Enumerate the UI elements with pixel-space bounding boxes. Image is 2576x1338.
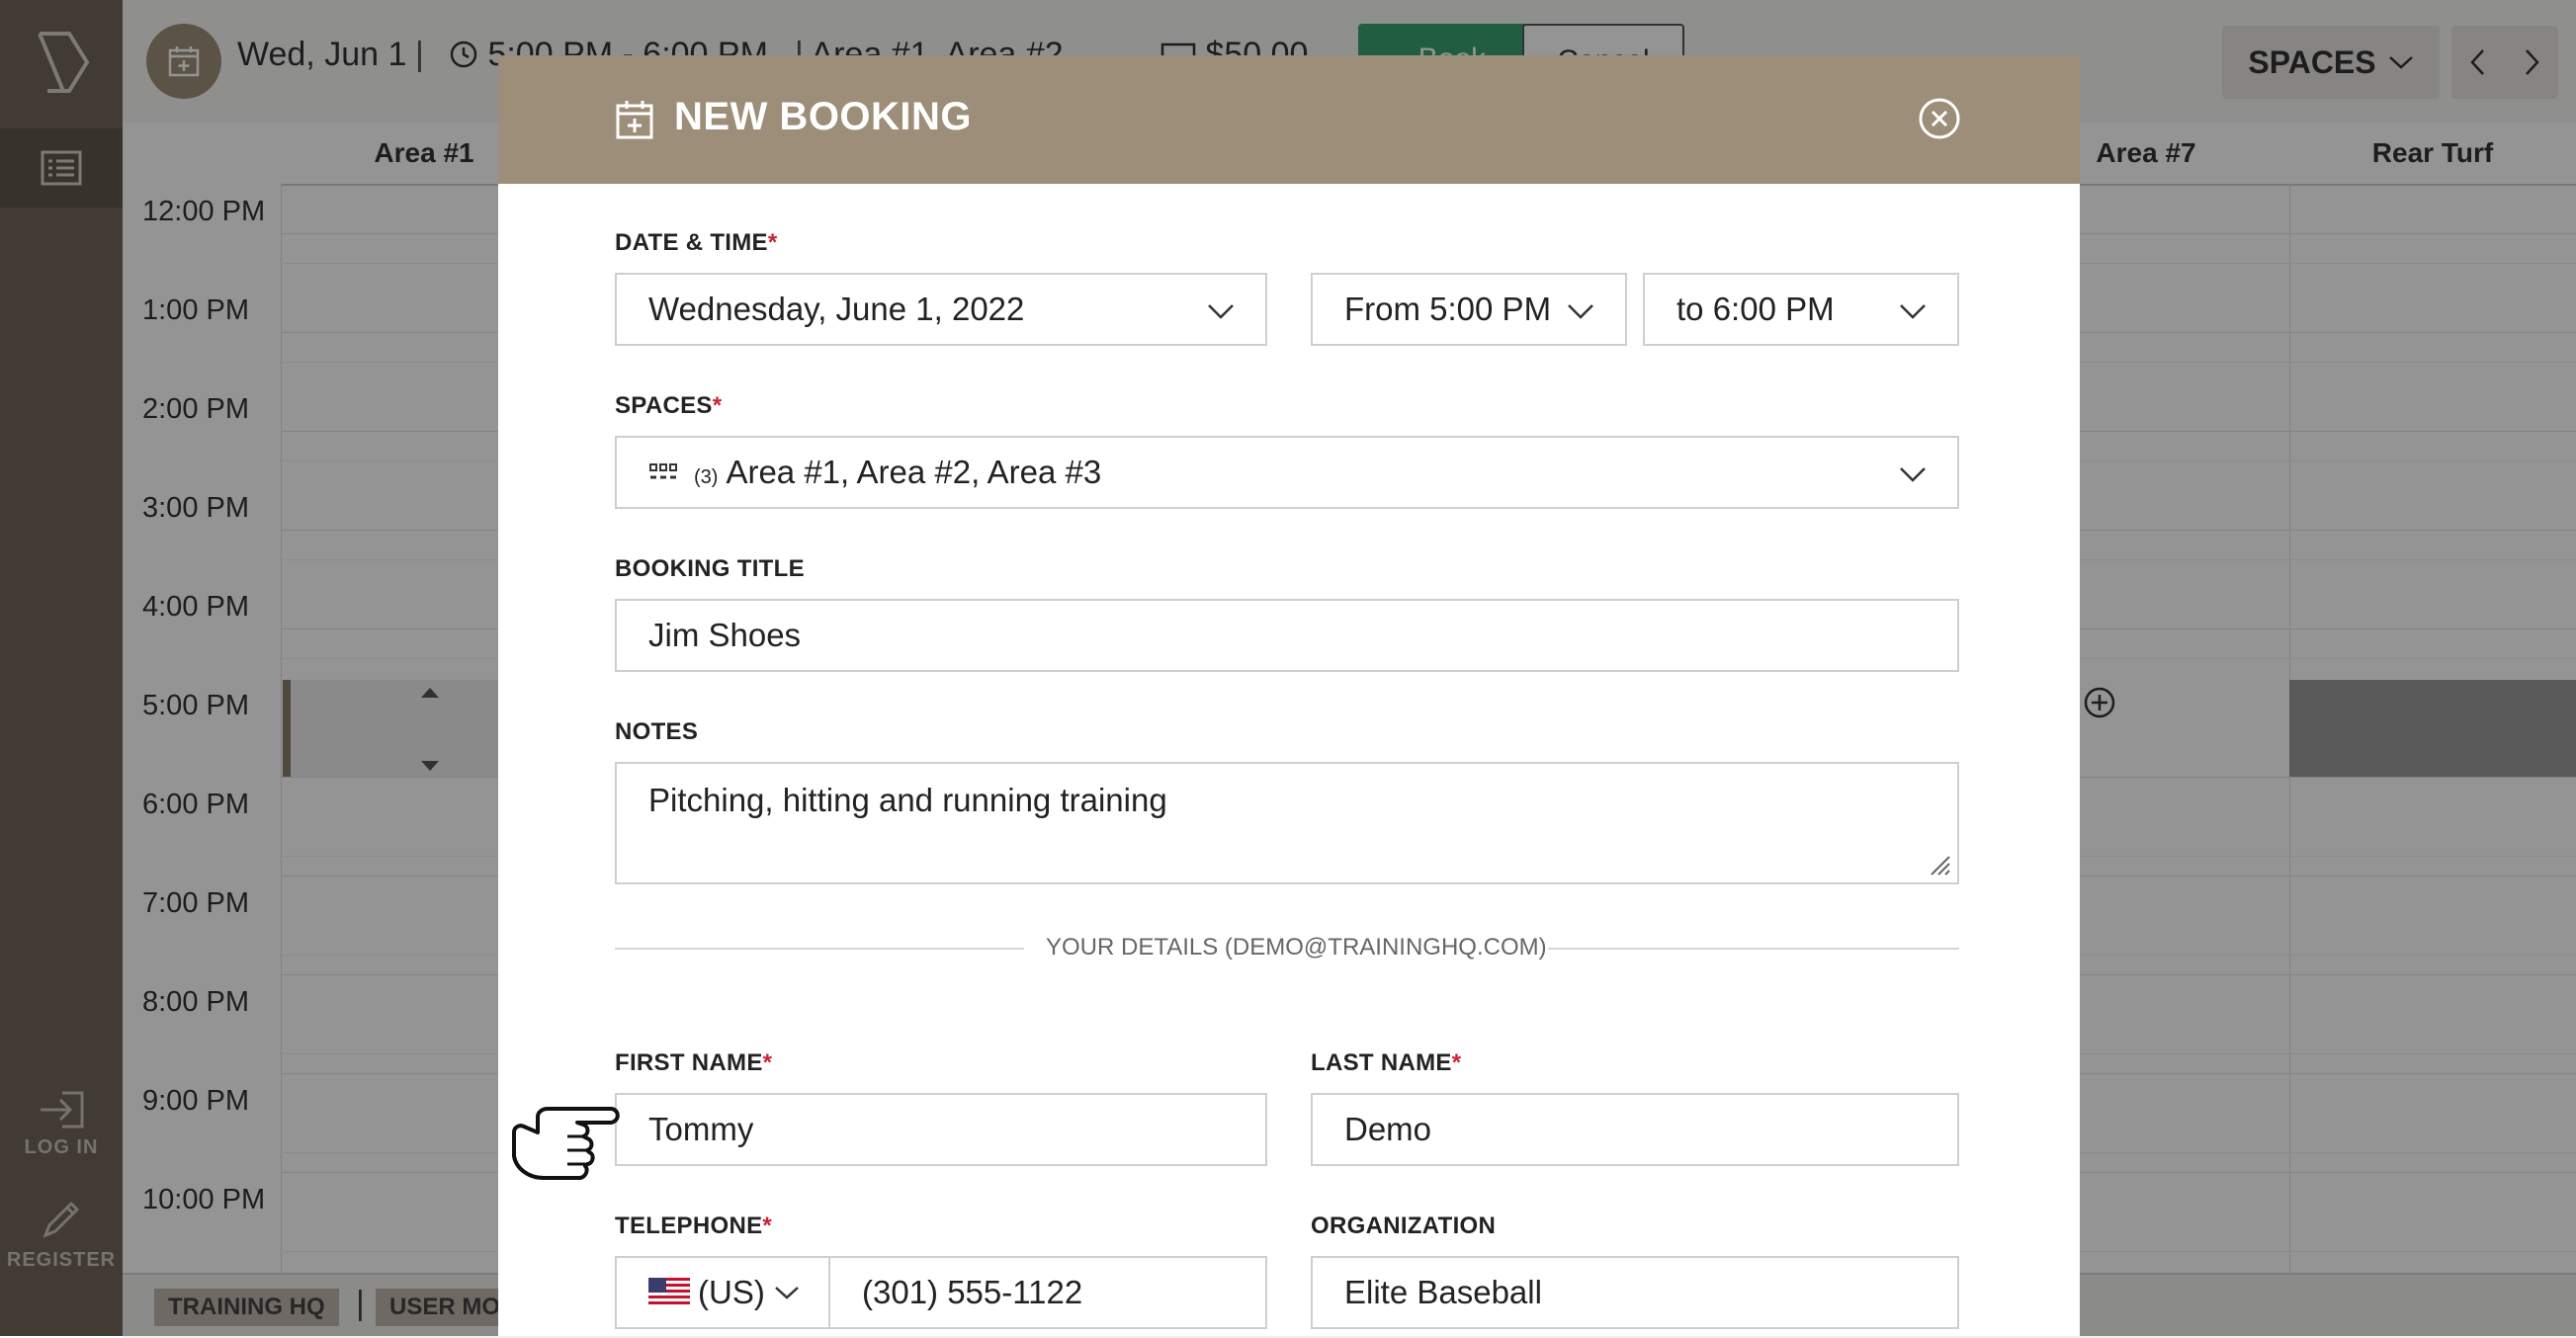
telephone-input[interactable]: (301) 555-1122 xyxy=(828,1256,1267,1329)
date-time-label: DATE & TIME* xyxy=(615,229,778,256)
divider-line xyxy=(615,948,1024,950)
first-name-label: FIRST NAME* xyxy=(615,1049,773,1076)
last-name-label: LAST NAME* xyxy=(1311,1049,1462,1076)
new-booking-modal: NEW BOOKING DATE & TIME* Wednesday, June… xyxy=(498,55,2080,1336)
first-name-value: Tommy xyxy=(648,1111,754,1147)
spaces-count: (3) xyxy=(694,465,719,488)
us-flag-icon xyxy=(648,1278,690,1307)
modal-header: NEW BOOKING xyxy=(498,55,2080,184)
date-select[interactable]: Wednesday, June 1, 2022 xyxy=(615,273,1267,346)
pointing-hand-icon xyxy=(512,1107,620,1180)
from-time-value: From 5:00 PM xyxy=(1344,291,1552,327)
country-code-select[interactable]: (US) xyxy=(615,1256,828,1329)
modal-title: NEW BOOKING xyxy=(674,95,973,138)
spaces-value: Area #1, Area #2, Area #3 xyxy=(726,454,1102,490)
notes-textarea[interactable]: Pitching, hitting and running training xyxy=(615,762,1959,884)
booking-title-value: Jim Shoes xyxy=(648,617,802,653)
resize-handle-icon[interactable] xyxy=(1928,853,1951,877)
date-value: Wednesday, June 1, 2022 xyxy=(648,291,1025,327)
chevron-down-icon xyxy=(1900,304,1926,319)
last-name-value: Demo xyxy=(1344,1111,1432,1147)
chevron-down-icon xyxy=(1568,304,1593,319)
booking-title-label: BOOKING TITLE xyxy=(615,555,805,582)
organization-label: ORGANIZATION xyxy=(1311,1213,1497,1239)
organization-value: Elite Baseball xyxy=(1344,1274,1542,1310)
to-time-select[interactable]: to 6:00 PM xyxy=(1643,273,1959,346)
your-details-heading: YOUR DETAILS (DEMO@TRAININGHQ.COM) xyxy=(1046,934,1547,961)
first-name-input[interactable]: Tommy xyxy=(615,1093,1267,1166)
telephone-label: TELEPHONE* xyxy=(615,1213,773,1239)
country-code-value: (US) xyxy=(698,1274,765,1310)
spaces-select[interactable]: (3) Area #1, Area #2, Area #3 xyxy=(615,436,1959,509)
booking-title-input[interactable]: Jim Shoes xyxy=(615,599,1959,672)
close-icon[interactable] xyxy=(1918,97,1961,140)
grid-icon xyxy=(649,463,677,479)
notes-value: Pitching, hitting and running training xyxy=(648,782,1167,818)
chevron-down-icon xyxy=(1900,467,1926,482)
organization-input[interactable]: Elite Baseball xyxy=(1311,1256,1959,1329)
to-time-value: to 6:00 PM xyxy=(1676,291,1835,327)
notes-label: NOTES xyxy=(615,718,699,745)
divider-line xyxy=(1548,948,1959,950)
calendar-add-icon xyxy=(616,101,653,139)
telephone-value: (301) 555-1122 xyxy=(862,1274,1083,1310)
chevron-down-icon xyxy=(774,1287,799,1299)
spaces-label: SPACES* xyxy=(615,392,723,419)
chevron-down-icon xyxy=(1208,304,1234,319)
from-time-select[interactable]: From 5:00 PM xyxy=(1311,273,1627,346)
last-name-input[interactable]: Demo xyxy=(1311,1093,1959,1166)
